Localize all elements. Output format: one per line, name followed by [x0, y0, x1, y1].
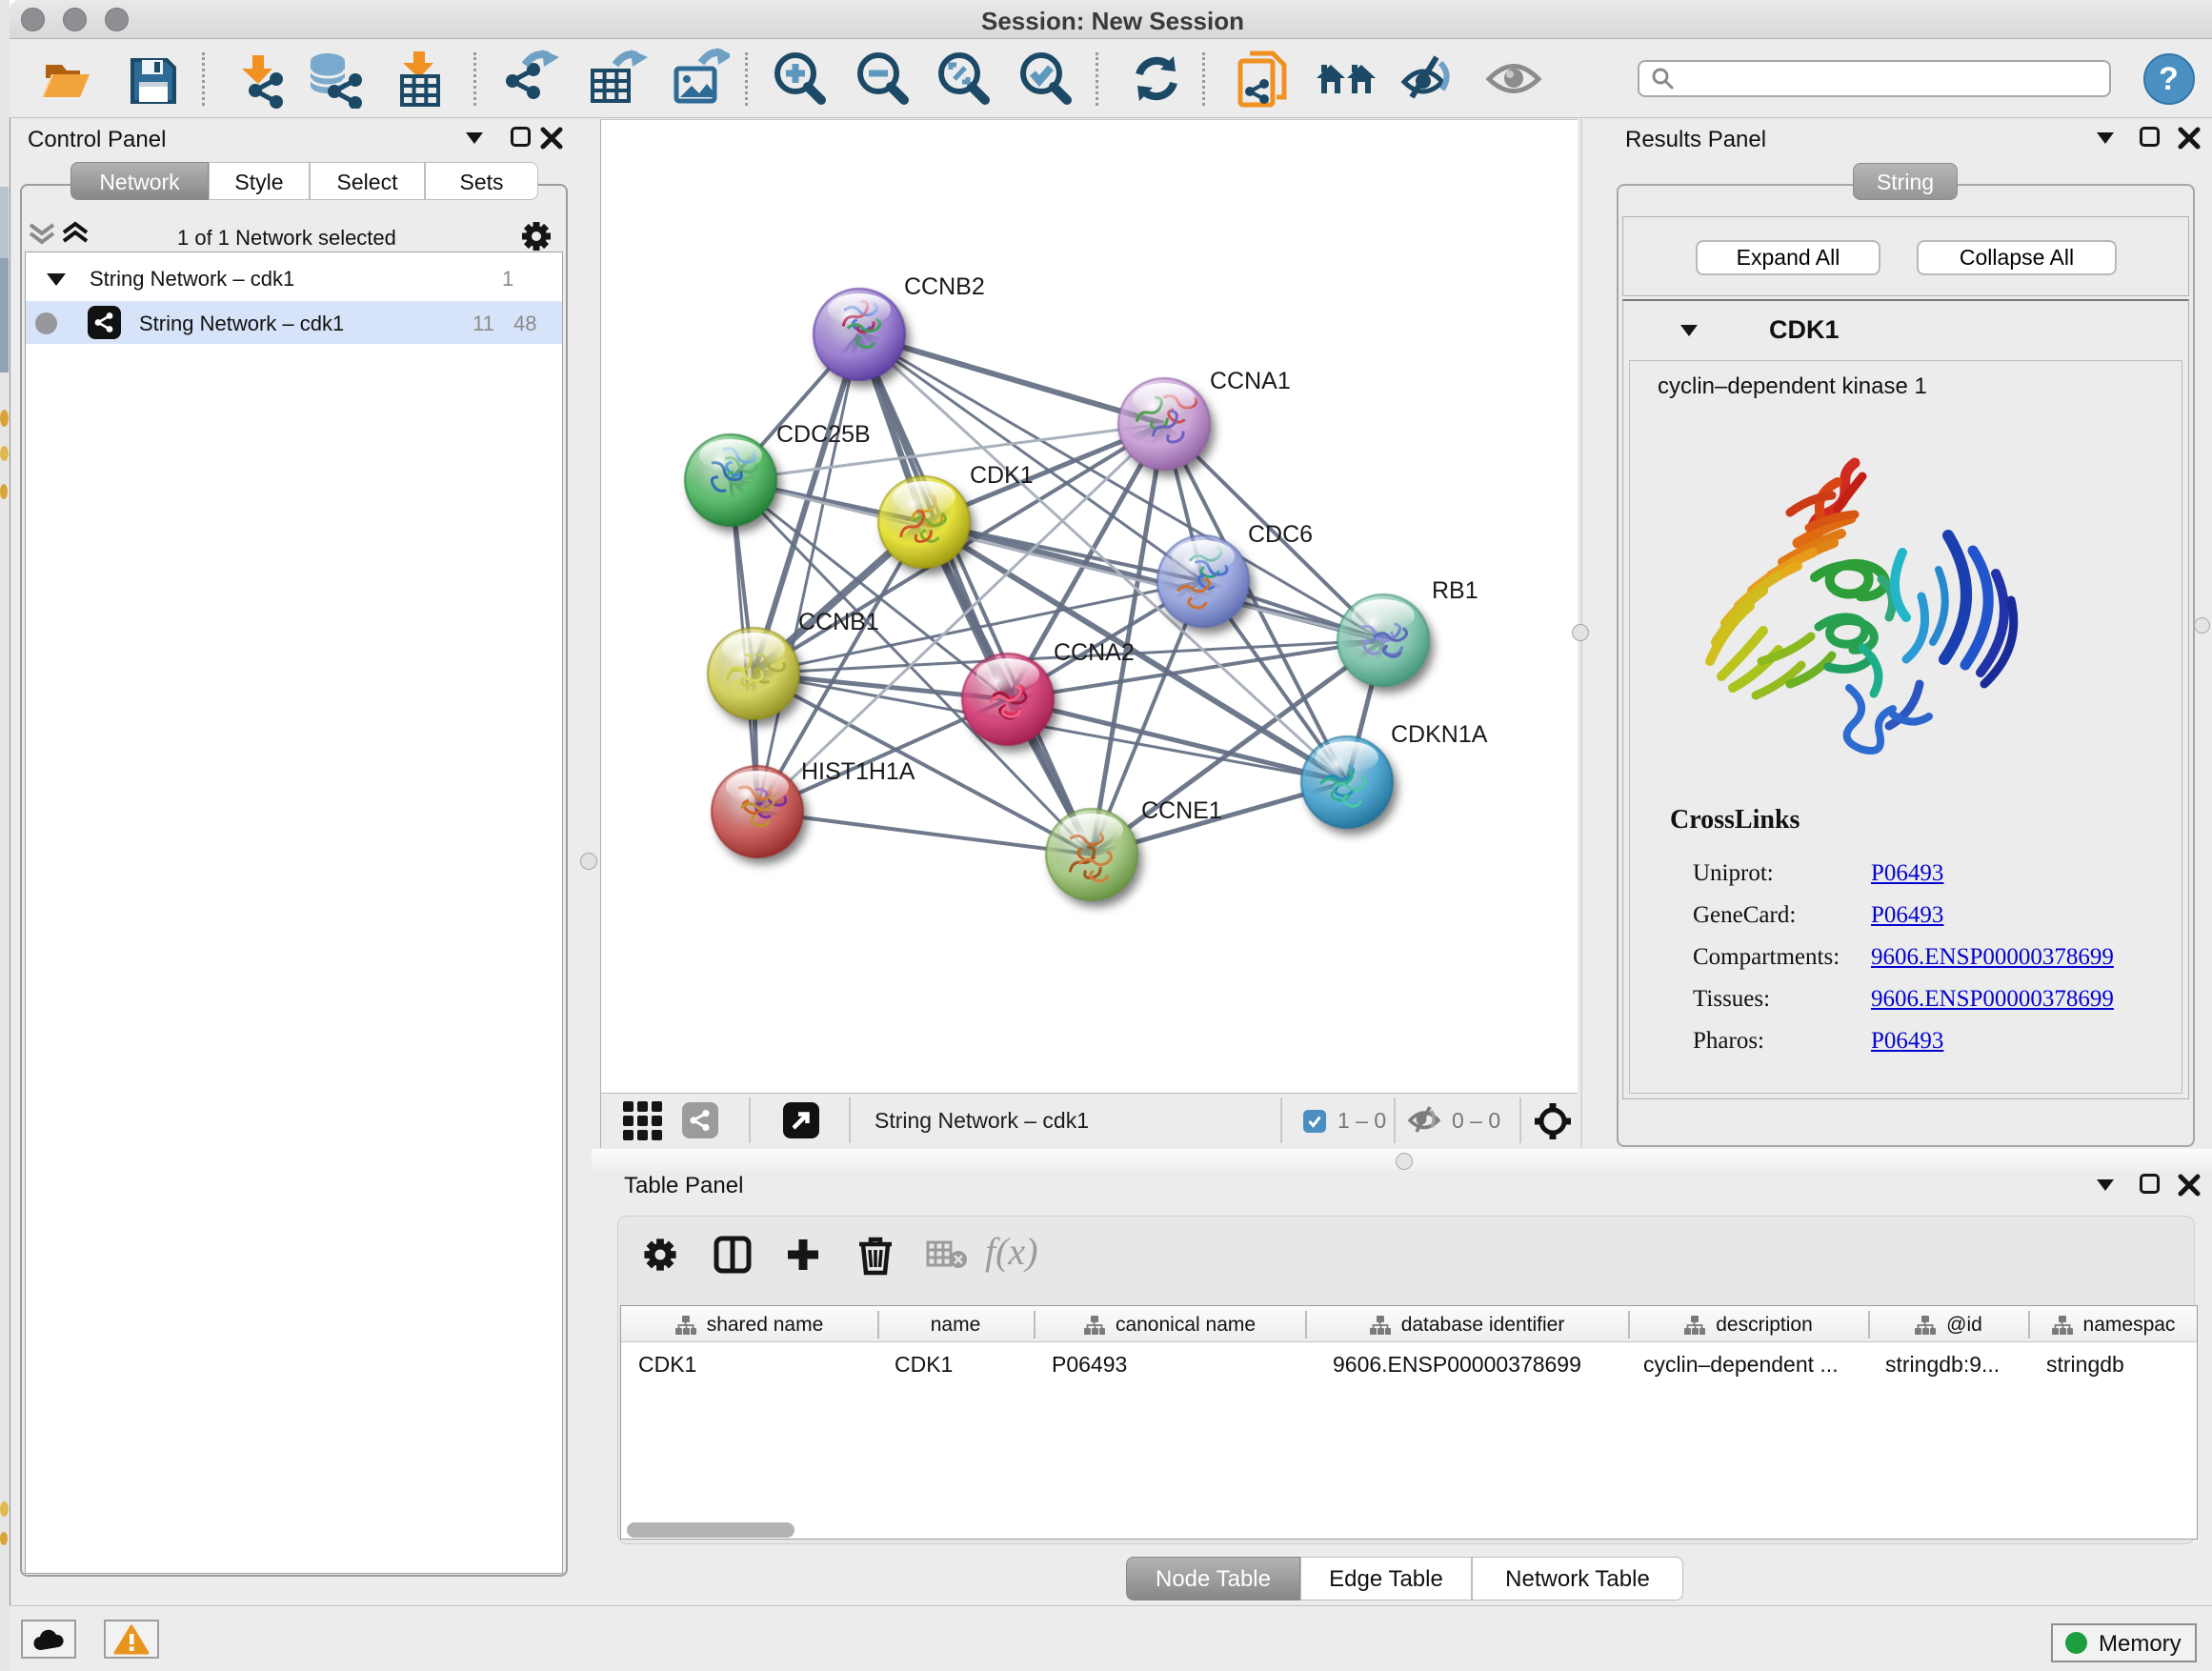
svg-text:CCNA2: CCNA2: [1054, 639, 1135, 666]
svg-text:CCNB2: CCNB2: [904, 273, 985, 300]
svg-text:CDC25B: CDC25B: [776, 421, 871, 448]
svg-text:HIST1H1A: HIST1H1A: [801, 758, 915, 785]
svg-text:CDK1: CDK1: [970, 462, 1034, 489]
svg-text:CDKN1A: CDKN1A: [1391, 721, 1488, 748]
svg-text:RB1: RB1: [1432, 577, 1478, 604]
svg-text:CCNA1: CCNA1: [1210, 368, 1291, 394]
svg-text:CCNE1: CCNE1: [1141, 797, 1222, 824]
svg-text:CDC6: CDC6: [1248, 521, 1313, 548]
svg-text:CCNB1: CCNB1: [798, 609, 879, 635]
